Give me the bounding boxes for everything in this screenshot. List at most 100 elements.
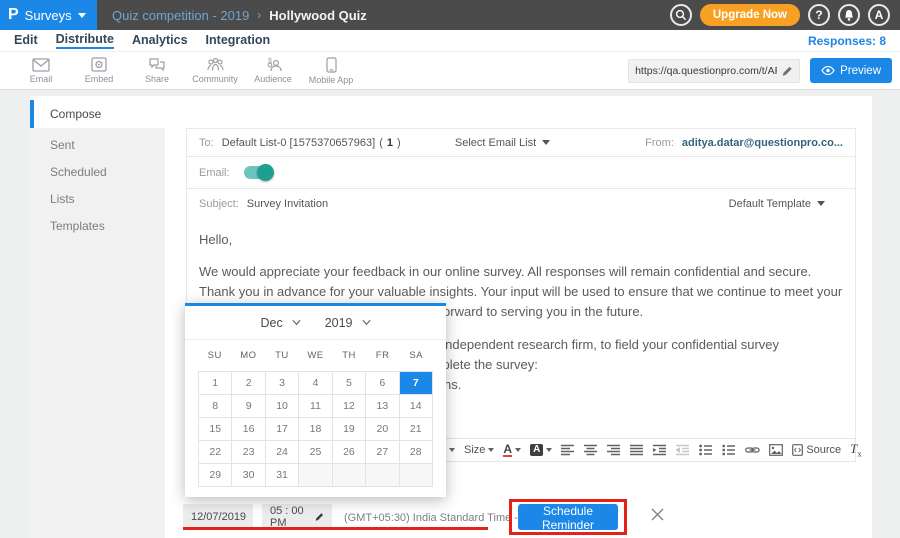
bulleted-list-button[interactable] <box>699 444 713 456</box>
breadcrumb: Quiz competition - 2019 › Hollywood Quiz <box>97 8 367 23</box>
calendar-day-31[interactable]: 31 <box>266 464 299 487</box>
background-color-button[interactable]: A <box>530 444 552 456</box>
calendar-day-7[interactable]: 7 <box>400 372 433 395</box>
channel-email[interactable]: Email <box>12 58 70 84</box>
calendar-day-8[interactable]: 8 <box>199 395 232 418</box>
font-size-dropdown[interactable]: Size <box>464 444 494 456</box>
responses-count[interactable]: Responses: 8 <box>808 34 890 48</box>
calendar-day-19[interactable]: 19 <box>333 418 366 441</box>
calendar-day-2[interactable]: 2 <box>232 372 265 395</box>
calendar-day-30[interactable]: 30 <box>232 464 265 487</box>
channel-bar-right: https://qa.questionpro.com/t/APNrFZf2S P… <box>628 58 900 83</box>
calendar-day-3[interactable]: 3 <box>266 372 299 395</box>
channel-audience[interactable]: $ Audience <box>244 57 302 84</box>
subject-label: Subject: <box>199 198 239 210</box>
align-right-icon <box>607 444 621 456</box>
calendar-day-1[interactable]: 1 <box>199 372 232 395</box>
search-button[interactable] <box>670 4 692 26</box>
numbered-list-button[interactable] <box>722 444 736 456</box>
calendar-day-12[interactable]: 12 <box>333 395 366 418</box>
sidebar-item-scheduled[interactable]: Scheduled <box>30 159 165 186</box>
channel-embed[interactable]: Embed <box>70 57 128 84</box>
channel-community[interactable]: Community <box>186 57 244 84</box>
channel-share[interactable]: Share <box>128 57 186 84</box>
chevron-down-icon <box>449 448 455 452</box>
calendar-day-24[interactable]: 24 <box>266 441 299 464</box>
template-dropdown[interactable]: Default Template <box>729 198 825 210</box>
chevron-down-icon <box>515 448 521 452</box>
calendar-day-11[interactable]: 11 <box>299 395 332 418</box>
sidebar-item-templates[interactable]: Templates <box>30 213 165 240</box>
close-schedule-button[interactable] <box>650 507 665 527</box>
sidebar-item-sent[interactable]: Sent <box>30 132 165 159</box>
chevron-down-icon <box>362 318 371 327</box>
align-left-button[interactable] <box>561 444 575 456</box>
calendar-day-14[interactable]: 14 <box>400 395 433 418</box>
text-color-button[interactable]: A <box>503 443 521 457</box>
help-button[interactable]: ? <box>808 4 830 26</box>
email-toggle[interactable] <box>244 166 272 179</box>
calendar-day-5[interactable]: 5 <box>333 372 366 395</box>
align-center-button[interactable] <box>584 444 598 456</box>
calendar-day-22[interactable]: 22 <box>199 441 232 464</box>
upgrade-now-button[interactable]: Upgrade Now <box>700 4 800 26</box>
align-right-button[interactable] <box>607 444 621 456</box>
calendar-day-29[interactable]: 29 <box>199 464 232 487</box>
calendar-day-23[interactable]: 23 <box>232 441 265 464</box>
month-select[interactable]: Dec <box>260 316 300 330</box>
email-toggle-row: Email: <box>186 156 856 189</box>
subject-value[interactable]: Survey Invitation <box>247 198 328 210</box>
embed-icon <box>91 57 107 72</box>
calendar-day-18[interactable]: 18 <box>299 418 332 441</box>
source-button[interactable]: Source <box>792 444 841 456</box>
remove-format-button[interactable]: Tx <box>850 441 861 459</box>
calendar-day-26[interactable]: 26 <box>333 441 366 464</box>
month-value: Dec <box>260 316 282 330</box>
select-email-list-dropdown[interactable]: Select Email List <box>455 137 550 149</box>
calendar-day-10[interactable]: 10 <box>266 395 299 418</box>
calendar-day-21[interactable]: 21 <box>400 418 433 441</box>
toggle-knob <box>257 164 274 181</box>
notifications-button[interactable] <box>838 4 860 26</box>
calendar-day-13[interactable]: 13 <box>366 395 399 418</box>
outdent-icon <box>676 444 690 456</box>
sidebar-item-compose[interactable]: Compose <box>30 100 165 128</box>
tab-integration[interactable]: Integration <box>206 33 271 48</box>
calendar-empty-cell <box>400 464 433 487</box>
share-icon <box>148 57 166 72</box>
calendar-day-20[interactable]: 20 <box>366 418 399 441</box>
sidebar-item-lists[interactable]: Lists <box>30 186 165 213</box>
indent-button[interactable] <box>653 444 667 456</box>
font-dropdown[interactable] <box>449 448 455 452</box>
weekday-su: SU <box>198 340 232 371</box>
from-email-value[interactable]: aditya.datar@questionpro.co... <box>682 137 843 149</box>
survey-url-field[interactable]: https://qa.questionpro.com/t/APNrFZf2S <box>628 59 800 83</box>
align-justify-button[interactable] <box>630 444 644 456</box>
account-avatar[interactable]: A <box>868 4 890 26</box>
surveys-product-menu[interactable]: P Surveys <box>0 0 97 30</box>
to-list-value[interactable]: Default List-0 [1575370657963] ( 1 ) <box>222 137 401 149</box>
text-color-icon: A <box>503 443 512 457</box>
tab-edit[interactable]: Edit <box>14 33 38 48</box>
breadcrumb-survey-folder[interactable]: Quiz competition - 2019 <box>112 8 249 23</box>
edit-url-pencil-icon[interactable] <box>781 65 793 77</box>
calendar-day-27[interactable]: 27 <box>366 441 399 464</box>
insert-image-button[interactable] <box>769 444 783 456</box>
calendar-day-9[interactable]: 9 <box>232 395 265 418</box>
calendar-day-15[interactable]: 15 <box>199 418 232 441</box>
calendar-day-16[interactable]: 16 <box>232 418 265 441</box>
calendar-day-25[interactable]: 25 <box>299 441 332 464</box>
preview-button[interactable]: Preview <box>810 58 892 83</box>
tab-analytics[interactable]: Analytics <box>132 33 188 48</box>
schedule-time-value: 05 : 00 PM <box>270 505 308 529</box>
tab-distribute[interactable]: Distribute <box>56 32 114 49</box>
insert-link-button[interactable] <box>745 444 760 456</box>
calendar-day-4[interactable]: 4 <box>299 372 332 395</box>
calendar-day-17[interactable]: 17 <box>266 418 299 441</box>
calendar-day-6[interactable]: 6 <box>366 372 399 395</box>
calendar-day-28[interactable]: 28 <box>400 441 433 464</box>
year-select[interactable]: 2019 <box>325 316 371 330</box>
to-count: 1 <box>387 137 393 149</box>
channel-mobile-app[interactable]: Mobile App <box>302 57 360 85</box>
question-mark-icon: ? <box>815 8 822 22</box>
